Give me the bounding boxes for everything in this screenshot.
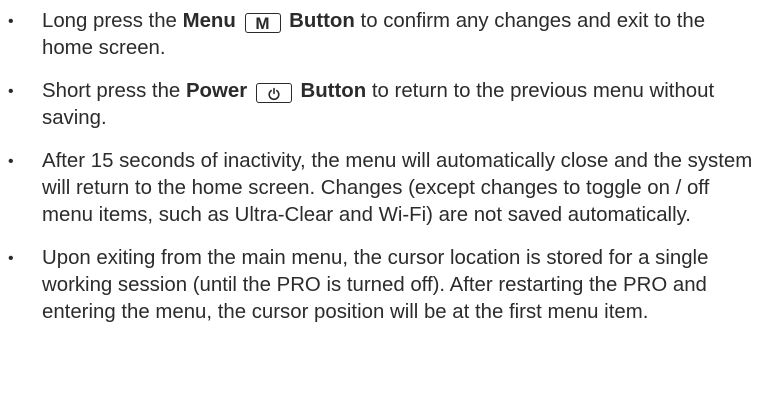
- bullet-dot: •: [8, 250, 14, 267]
- item-text-before: Short press the: [42, 80, 186, 102]
- bullet-dot: •: [8, 83, 14, 100]
- menu-key-icon: M: [244, 13, 281, 33]
- item-text-before: Long press the: [42, 10, 183, 32]
- bullet-dot: •: [8, 13, 14, 30]
- bullet-dot: •: [8, 153, 14, 170]
- button-label: Button: [289, 10, 355, 32]
- power-icon: [268, 87, 280, 101]
- menu-label: Menu: [182, 10, 236, 32]
- instruction-list: • Long press the Menu M Button to confir…: [0, 8, 767, 342]
- item-text: After 15 seconds of inactivity, the menu…: [42, 150, 753, 226]
- list-item: • Short press the Power Button to return…: [0, 78, 767, 132]
- power-label: Power: [185, 80, 248, 102]
- list-item: • Long press the Menu M Button to confir…: [0, 8, 767, 62]
- list-item: • Upon exiting from the main menu, the c…: [0, 245, 767, 326]
- power-key-icon: [255, 83, 292, 103]
- button-label: Button: [300, 80, 367, 102]
- instruction-document: • Long press the Menu M Button to confir…: [0, 0, 767, 404]
- list-item: • After 15 seconds of inactivity, the me…: [0, 148, 767, 229]
- menu-key-glyph: M: [255, 14, 270, 33]
- item-text: Upon exiting from the main menu, the cur…: [42, 247, 709, 323]
